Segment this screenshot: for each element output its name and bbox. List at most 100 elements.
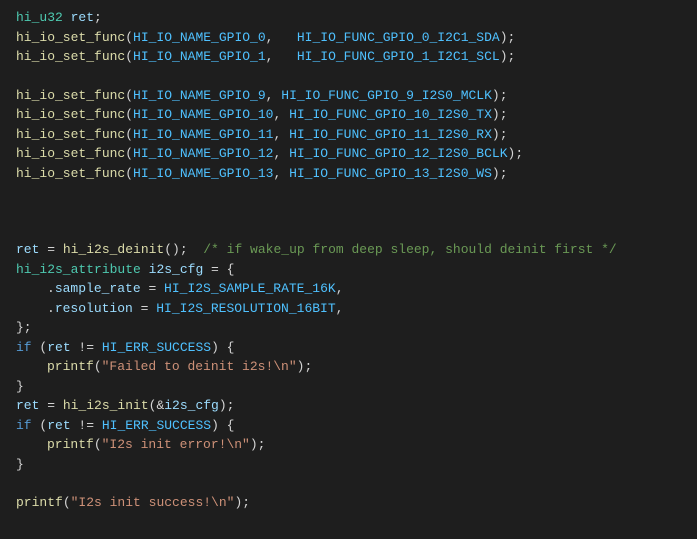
const-token: HI_I2S_SAMPLE_RATE_16K [164,281,336,296]
punc: = [133,301,156,316]
func-token: hi_io_set_func [16,107,125,122]
punc: ); [297,359,313,374]
code-line[interactable]: hi_io_set_func(HI_IO_NAME_GPIO_0, HI_IO_… [0,28,697,48]
const-token: HI_ERR_SUCCESS [102,418,211,433]
func-token: hi_i2s_init [63,398,149,413]
code-line[interactable]: hi_io_set_func(HI_IO_NAME_GPIO_10, HI_IO… [0,105,697,125]
punc: ); [250,437,266,452]
punc: } [16,457,24,472]
blank-line[interactable] [0,202,697,221]
punc: , [266,88,282,103]
punc: ); [500,30,516,45]
punc: != [71,418,102,433]
const-token: HI_IO_NAME_GPIO_13 [133,166,273,181]
var-token: ret [16,242,39,257]
func-token: hi_io_set_func [16,146,125,161]
punc [141,262,149,277]
code-line[interactable]: } [0,455,697,475]
punc: , [266,30,297,45]
const-token: HI_IO_FUNC_GPIO_13_I2S0_WS [289,166,492,181]
blank-line[interactable] [0,67,697,86]
punc: (); [164,242,203,257]
code-line[interactable]: hi_io_set_func(HI_IO_NAME_GPIO_11, HI_IO… [0,125,697,145]
code-line[interactable]: .resolution = HI_I2S_RESOLUTION_16BIT, [0,299,697,319]
const-token: HI_IO_NAME_GPIO_10 [133,107,273,122]
const-token: HI_IO_NAME_GPIO_9 [133,88,266,103]
var-token: ret [47,418,70,433]
const-token: HI_IO_FUNC_GPIO_0_I2C1_SDA [297,30,500,45]
punc: , [273,107,289,122]
punc: (& [149,398,165,413]
const-token: HI_IO_FUNC_GPIO_11_I2S0_RX [289,127,492,142]
punc: = { [203,262,234,277]
code-line[interactable]: printf("I2s init success!\n"); [0,493,697,513]
punc: ( [125,49,133,64]
const-token: HI_IO_FUNC_GPIO_12_I2S0_BCLK [289,146,507,161]
punc: ) { [211,418,234,433]
string-token: "I2s init success!\n" [71,495,235,510]
punc [63,10,71,25]
punc: ); [234,495,250,510]
keyword-token: if [16,418,32,433]
var-token: ret [71,10,94,25]
const-token: HI_I2S_RESOLUTION_16BIT [156,301,335,316]
punc: ) { [211,340,234,355]
punc: ; [94,10,102,25]
const-token: HI_IO_FUNC_GPIO_10_I2S0_TX [289,107,492,122]
punc: , [273,166,289,181]
const-token: HI_IO_NAME_GPIO_12 [133,146,273,161]
code-line[interactable]: }; [0,318,697,338]
func-token: printf [16,495,63,510]
punc: , [336,301,344,316]
func-token: hi_io_set_func [16,166,125,181]
string-token: "Failed to deinit i2s!\n" [102,359,297,374]
code-line[interactable]: hi_i2s_attribute i2s_cfg = { [0,260,697,280]
func-token: hi_io_set_func [16,88,125,103]
const-token: HI_IO_FUNC_GPIO_9_I2S0_MCLK [281,88,492,103]
punc: ( [32,340,48,355]
func-token: hi_io_set_func [16,30,125,45]
punc: ); [492,166,508,181]
code-line[interactable]: hi_io_set_func(HI_IO_NAME_GPIO_12, HI_IO… [0,144,697,164]
punc: } [16,379,24,394]
code-line[interactable]: hi_io_set_func(HI_IO_NAME_GPIO_13, HI_IO… [0,164,697,184]
const-token: HI_IO_NAME_GPIO_0 [133,30,266,45]
code-line[interactable]: hi_u32 ret; [0,8,697,28]
punc: ( [94,359,102,374]
punc: ); [492,127,508,142]
code-line[interactable]: printf("Failed to deinit i2s!\n"); [0,357,697,377]
punc: ( [125,88,133,103]
code-line[interactable]: hi_io_set_func(HI_IO_NAME_GPIO_9, HI_IO_… [0,86,697,106]
blank-line[interactable] [0,474,697,493]
punc: = [39,398,62,413]
field-token: sample_rate [55,281,141,296]
var-token: ret [47,340,70,355]
code-line[interactable]: ret = hi_i2s_init(&i2s_cfg); [0,396,697,416]
comment-token: /* if wake_up from deep sleep, should de… [203,242,616,257]
punc: = [141,281,164,296]
code-editor[interactable]: hi_u32 ret; hi_io_set_func(HI_IO_NAME_GP… [0,8,697,513]
code-line[interactable]: if (ret != HI_ERR_SUCCESS) { [0,416,697,436]
code-line[interactable]: ret = hi_i2s_deinit(); /* if wake_up fro… [0,240,697,260]
var-token: ret [16,398,39,413]
code-line[interactable]: printf("I2s init error!\n"); [0,435,697,455]
blank-line[interactable] [0,183,697,202]
punc: , [266,49,297,64]
code-line[interactable]: .sample_rate = HI_I2S_SAMPLE_RATE_16K, [0,279,697,299]
func-token: printf [47,359,94,374]
punc: ( [125,166,133,181]
code-line[interactable]: if (ret != HI_ERR_SUCCESS) { [0,338,697,358]
const-token: HI_ERR_SUCCESS [102,340,211,355]
punc: . [47,281,55,296]
var-token: i2s_cfg [149,262,204,277]
punc: ); [219,398,235,413]
func-token: hi_io_set_func [16,127,125,142]
punc: ( [125,107,133,122]
const-token: HI_IO_NAME_GPIO_11 [133,127,273,142]
code-line[interactable]: hi_io_set_func(HI_IO_NAME_GPIO_1, HI_IO_… [0,47,697,67]
punc: ( [125,127,133,142]
func-token: hi_i2s_deinit [63,242,164,257]
blank-line[interactable] [0,221,697,240]
code-line[interactable]: } [0,377,697,397]
punc: ( [125,146,133,161]
